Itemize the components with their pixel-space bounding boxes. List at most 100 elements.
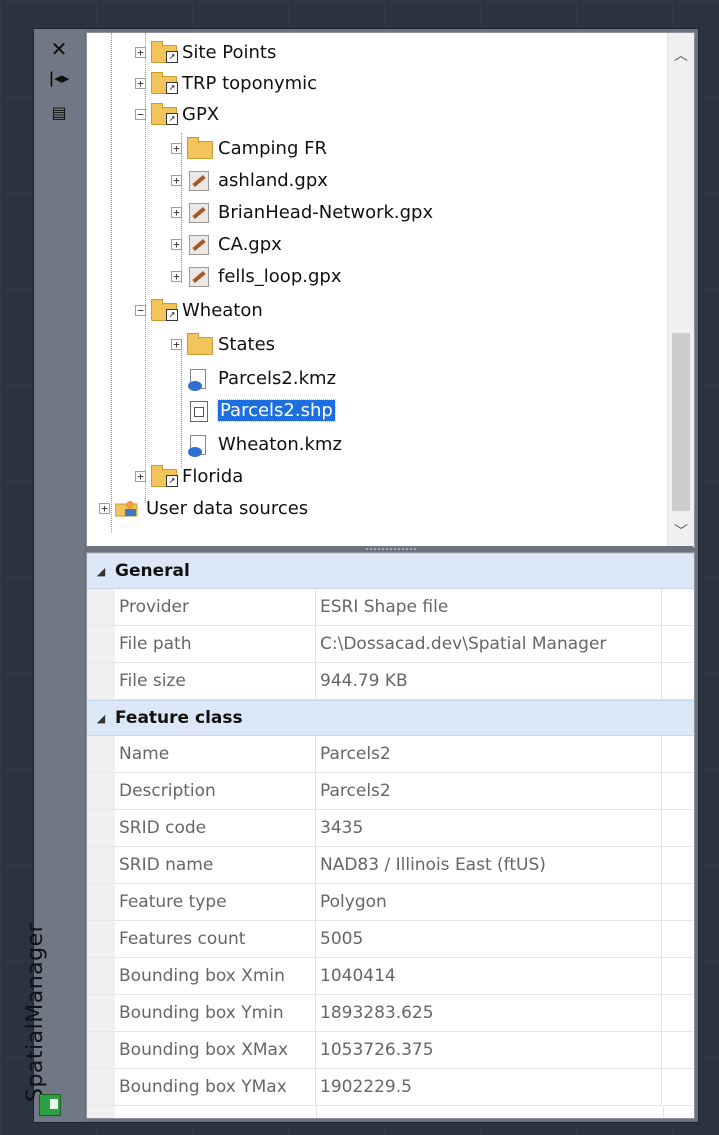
property-row[interactable]: Bounding box Ymin 1893283.625 — [87, 995, 694, 1032]
property-value[interactable]: 3435 — [316, 810, 662, 846]
expand-toggle-icon[interactable]: + — [99, 502, 110, 514]
tree-scrollbar[interactable]: ︿ ﹀ — [667, 33, 694, 547]
tree-item-label[interactable]: TRP toponymic — [182, 73, 317, 94]
tree-item[interactable]: + fells_loop.gpx — [171, 261, 341, 291]
collapse-triangle-icon[interactable]: ◢ — [87, 565, 115, 578]
tree-item-label[interactable]: States — [218, 334, 275, 355]
scroll-down-icon[interactable]: ﹀ — [668, 521, 694, 541]
tree-item-label[interactable]: Site Points — [182, 42, 276, 63]
tree-item[interactable]: + ↗ Site Points — [135, 37, 276, 67]
expand-toggle-icon[interactable]: + — [171, 270, 182, 282]
scroll-thumb[interactable] — [672, 333, 690, 511]
tree-item-label[interactable]: ashland.gpx — [218, 170, 328, 191]
tree-item-label[interactable]: BrianHead-Network.gpx — [218, 202, 433, 223]
expand-toggle-icon[interactable]: + — [171, 174, 182, 186]
tree-item[interactable]: + States — [171, 329, 275, 359]
property-name: Bounding box Ymin — [115, 995, 316, 1031]
property-value[interactable]: 1040414 — [316, 958, 662, 994]
property-row[interactable]: Provider ESRI Shape file — [87, 589, 694, 626]
tree-item[interactable]: − ↗ GPX — [135, 99, 219, 129]
tree-item[interactable]: Wheaton.kmz — [171, 429, 342, 459]
expand-toggle-icon[interactable]: − — [135, 304, 146, 316]
collapse-triangle-icon[interactable]: ◢ — [87, 712, 115, 725]
row-gutter — [87, 847, 115, 883]
folder-shortcut-icon: ↗ — [150, 41, 178, 63]
property-row[interactable]: SRID code 3435 — [87, 810, 694, 847]
property-row[interactable]: Feature type Polygon — [87, 884, 694, 921]
tree-item[interactable]: + ashland.gpx — [171, 165, 328, 195]
tree-item[interactable]: Parcels2.shp — [171, 395, 336, 425]
expand-toggle-icon[interactable]: − — [135, 108, 146, 120]
folder-icon — [186, 137, 213, 159]
tree-item-label[interactable]: Florida — [182, 466, 243, 487]
property-row[interactable]: Bounding box YMax 1902229.5 — [87, 1069, 694, 1106]
expand-toggle-icon[interactable]: + — [171, 142, 182, 154]
property-row[interactable]: File size 944.79 KB — [87, 663, 694, 700]
properties-icon[interactable]: ▤ — [34, 103, 84, 122]
row-gutter — [87, 773, 115, 809]
property-row[interactable]: Features count 5005 — [87, 921, 694, 958]
gpx-file-icon — [186, 233, 212, 255]
tree-item[interactable]: Parcels2.kmz — [171, 363, 336, 393]
scroll-up-icon[interactable]: ︿ — [668, 45, 694, 65]
expand-toggle-icon[interactable]: + — [135, 77, 146, 89]
tree-item-label[interactable]: Parcels2.kmz — [218, 368, 336, 389]
category-label: General — [115, 561, 190, 581]
property-value[interactable]: Polygon — [316, 884, 662, 920]
expand-toggle-icon[interactable]: + — [171, 206, 182, 218]
tree-item-label[interactable]: Wheaton.kmz — [218, 434, 342, 455]
row-gutter — [87, 589, 115, 625]
expand-toggle-icon[interactable]: + — [135, 470, 146, 482]
property-row[interactable]: Name Parcels2 — [87, 736, 694, 773]
property-value[interactable]: 1053726.375 — [316, 1032, 662, 1068]
property-name: Feature type — [115, 884, 316, 920]
tree-item-label[interactable]: Wheaton — [182, 300, 263, 321]
tree-item-label[interactable]: Parcels2.shp — [217, 398, 336, 422]
tree-item-label[interactable]: Camping FR — [218, 138, 327, 159]
property-name: SRID code — [115, 810, 316, 846]
kmz-file-icon — [186, 367, 212, 391]
expand-toggle-icon[interactable]: + — [171, 338, 182, 350]
property-row[interactable]: Description Parcels2 — [87, 773, 694, 810]
property-value[interactable]: ESRI Shape file — [316, 589, 662, 625]
property-value[interactable]: 1893283.625 — [316, 995, 662, 1031]
expand-toggle-icon[interactable]: + — [171, 238, 182, 250]
property-value[interactable]: 1902229.5 — [316, 1069, 662, 1105]
close-icon[interactable]: ✕ — [34, 37, 84, 61]
data-sources-tree[interactable]: + ↗ Site Points + ↗ TRP toponymic − ↗ GPX + Campin… — [86, 32, 695, 548]
spatial-manager-logo-icon — [39, 1094, 61, 1116]
tree-item-label[interactable]: GPX — [182, 104, 219, 125]
property-row[interactable]: Bounding box XMax 1053726.375 — [87, 1032, 694, 1069]
palette-title-strip[interactable]: ✕ |◂▸ ▤ SpatialManager — [23, 29, 84, 1122]
property-value[interactable]: Parcels2 — [316, 773, 662, 809]
property-row[interactable]: SRID name NAD83 / Illinois East (ftUS) — [87, 847, 694, 884]
property-name: Bounding box Xmin — [115, 958, 316, 994]
tree-item[interactable]: + BrianHead-Network.gpx — [171, 197, 433, 227]
property-value[interactable]: 5005 — [316, 921, 662, 957]
tree-item[interactable]: + CA.gpx — [171, 229, 282, 259]
auto-hide-icon[interactable]: |◂▸ — [34, 69, 84, 87]
property-value[interactable]: NAD83 / Illinois East (ftUS) — [316, 847, 662, 883]
tree-item[interactable]: + ↗ TRP toponymic — [135, 68, 317, 98]
property-value[interactable]: Parcels2 — [316, 736, 662, 772]
tree-item[interactable]: − ↗ Wheaton — [135, 295, 263, 325]
expand-toggle-icon[interactable]: + — [135, 46, 146, 58]
property-name: Description — [115, 773, 316, 809]
property-row[interactable]: Bounding box Xmin 1040414 — [87, 958, 694, 995]
category-general[interactable]: ◢ General — [87, 553, 694, 589]
property-name: File path — [115, 626, 316, 662]
row-gutter — [87, 884, 115, 920]
tree-item[interactable]: + Camping FR — [171, 133, 327, 163]
property-name: Features count — [115, 921, 316, 957]
property-value[interactable]: C:\Dossacad.dev\Spatial Manager — [316, 626, 662, 662]
tree-item-label[interactable]: CA.gpx — [218, 234, 282, 255]
property-row[interactable]: File path C:\Dossacad.dev\Spatial Manager — [87, 626, 694, 663]
property-value[interactable]: 944.79 KB — [316, 663, 662, 699]
tree-item[interactable]: + User data sources — [99, 493, 308, 523]
tree-item[interactable]: + ↗ Florida — [135, 461, 243, 491]
category-feature-class[interactable]: ◢ Feature class — [87, 700, 694, 736]
tree-item-label[interactable]: fells_loop.gpx — [218, 266, 341, 287]
user-data-folder-icon — [114, 497, 140, 519]
tree-guide-line — [111, 33, 112, 533]
tree-item-label[interactable]: User data sources — [146, 498, 308, 519]
